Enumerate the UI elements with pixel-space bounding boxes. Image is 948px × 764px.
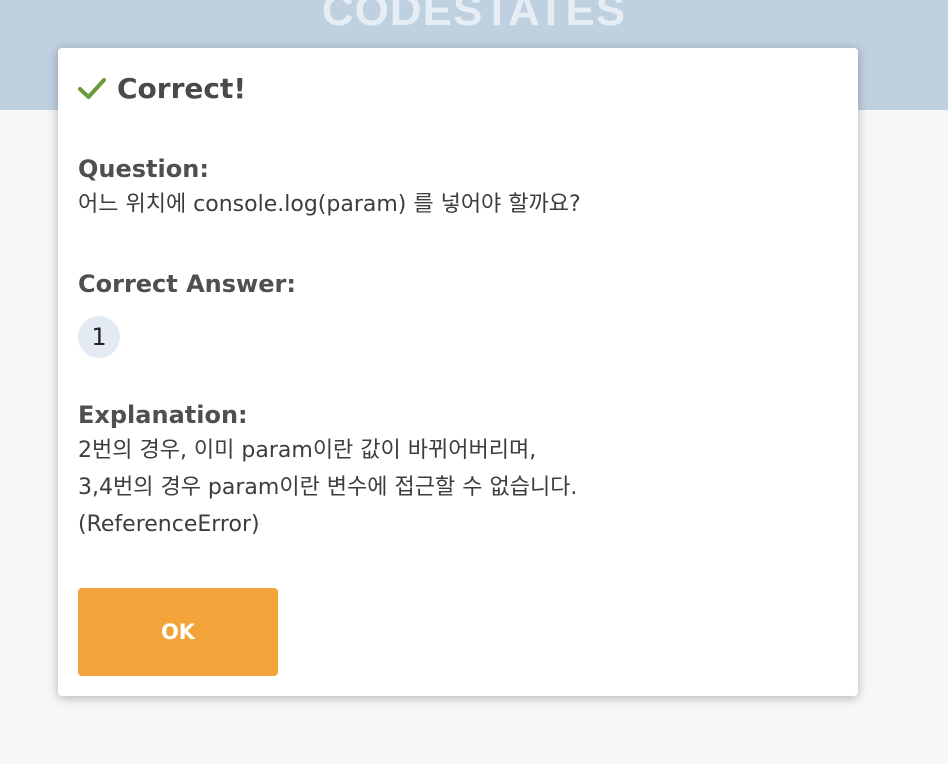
brand-logo: CODESTATES: [321, 0, 627, 35]
explanation-line: (ReferenceError): [78, 512, 260, 537]
answer-section: Correct Answer: 1: [78, 267, 838, 358]
explanation-section: Explanation: 2번의 경우, 이미 param이란 값이 바뀌어버리…: [78, 398, 838, 543]
answer-badge: 1: [78, 316, 120, 358]
question-section: Question: 어느 위치에 console.log(param) 를 넣어…: [78, 152, 838, 223]
explanation-line: 2번의 경우, 이미 param이란 값이 바뀌어버리며,: [78, 438, 537, 463]
explanation-label: Explanation:: [78, 401, 248, 429]
modal-header: Correct!: [78, 72, 246, 105]
modal-title: Correct!: [117, 72, 247, 105]
question-text: 어느 위치에 console.log(param) 를 넣어야 할까요?: [78, 192, 581, 217]
explanation-line: 3,4번의 경우 param이란 변수에 접근할 수 없습니다.: [78, 475, 578, 500]
question-label: Question:: [78, 155, 209, 183]
correct-answer-label: Correct Answer:: [78, 270, 296, 298]
check-icon: [78, 77, 106, 99]
result-modal: Correct! Question: 어느 위치에 console.log(pa…: [58, 48, 858, 696]
ok-button[interactable]: OK: [78, 588, 278, 676]
